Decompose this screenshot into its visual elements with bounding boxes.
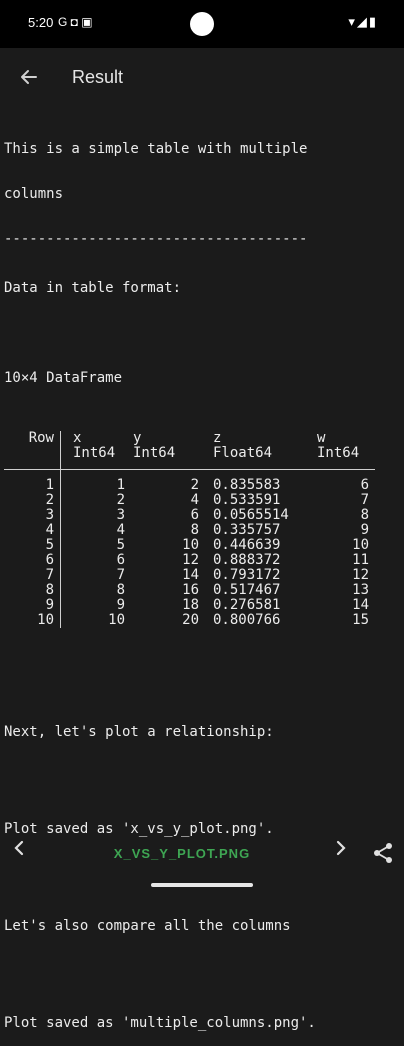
table-header-row: Row x y z w (4, 431, 375, 446)
table-row: 3 3 6 0.0565514 8 (4, 506, 375, 523)
z-cell: 0.276581 (213, 596, 281, 613)
output-line: Plot saved as 'multiple_columns.png'. (4, 1014, 316, 1031)
dataframe-title: 10×4 DataFrame (4, 370, 123, 386)
row-index-cell: 6 (45, 551, 54, 568)
header-x: x (60, 431, 133, 446)
w-cell: 8 (360, 506, 369, 523)
share-button[interactable] (372, 842, 396, 866)
w-cell: 14 (352, 596, 369, 613)
signal-battery-icons: ▾◢▮ (348, 14, 378, 29)
z-cell: 0.793172 (213, 566, 281, 583)
header-y: y (133, 430, 142, 446)
status-bar: 5:20 G ◘ ▣ ▾◢▮ (0, 0, 404, 48)
x-cell: 9 (60, 597, 133, 613)
y-cell: 4 (190, 491, 199, 508)
type-row (4, 446, 61, 461)
y-cell: 18 (182, 596, 199, 613)
w-cell: 11 (352, 551, 369, 568)
next-button[interactable] (334, 838, 348, 864)
z-cell: 0.888372 (213, 551, 281, 568)
row-index-cell: 3 (45, 506, 54, 523)
output-line: Next, let's plot a relationship: (4, 723, 274, 740)
y-cell: 6 (190, 506, 199, 523)
type-y: Int64 (133, 445, 176, 461)
z-cell: 0.835583 (213, 476, 281, 493)
y-cell: 12 (182, 551, 199, 568)
w-cell: 12 (352, 566, 369, 583)
table-type-row: Int64 Int64 Float64 Int64 (4, 446, 375, 461)
table-row: 9 9 18 0.276581 14 (4, 596, 375, 613)
row-index-cell: 10 (37, 611, 54, 628)
table-row: 5 5 10 0.446639 10 (4, 536, 375, 553)
output-console: This is a simple table with multiple col… (4, 112, 400, 1046)
x-cell: 8 (60, 582, 133, 598)
arrow-left-icon (21, 70, 37, 84)
header-row: Row (28, 430, 54, 446)
status-time: 5:20 (28, 15, 54, 30)
y-cell: 14 (182, 566, 199, 583)
app-bar: Result (0, 48, 404, 108)
row-index-cell: 4 (45, 521, 54, 538)
w-cell: 9 (360, 521, 369, 538)
x-cell: 2 (60, 492, 133, 508)
current-filename: X_VS_Y_PLOT.PNG (113, 846, 251, 861)
row-index-cell: 7 (45, 566, 54, 583)
table-row: 7 7 14 0.793172 12 (4, 566, 375, 583)
share-icon (374, 843, 392, 863)
row-index-cell: 9 (45, 596, 54, 613)
y-cell: 20 (182, 611, 199, 628)
type-w: Int64 (317, 445, 360, 461)
output-rule: ------------------------------------ (4, 231, 308, 247)
y-cell: 8 (190, 521, 199, 538)
notification-icons: G ◘ ▣ (58, 15, 93, 29)
x-cell: 1 (60, 477, 133, 493)
table-row: 1 1 2 0.835583 6 (4, 476, 375, 493)
table-row: 6 6 12 0.888372 11 (4, 551, 375, 568)
bottom-navigation: X_VS_Y_PLOT.PNG (0, 832, 404, 872)
page-title: Result (72, 67, 124, 87)
w-cell: 10 (352, 536, 369, 553)
header-w: w (317, 430, 326, 446)
header-z: z (213, 430, 222, 446)
z-cell: 0.335757 (213, 521, 281, 538)
y-cell: 10 (182, 536, 199, 553)
table-row: 2 2 4 0.533591 7 (4, 491, 375, 508)
table-row: 8 8 16 0.517467 13 (4, 581, 375, 598)
y-cell: 2 (190, 476, 199, 493)
data-heading: Data in table format: (4, 280, 182, 296)
w-cell: 7 (360, 491, 369, 508)
chevron-right-icon (336, 840, 346, 856)
output-line: columns (4, 186, 64, 202)
row-index-cell: 5 (45, 536, 54, 553)
z-cell: 0.0565514 (213, 506, 289, 523)
home-indicator[interactable] (151, 883, 253, 887)
x-cell: 3 (60, 507, 133, 523)
table-row: 10 10 20 0.800766 15 (4, 611, 375, 628)
z-cell: 0.533591 (213, 491, 281, 508)
z-cell: 0.446639 (213, 536, 281, 553)
dataframe-table: Row x y z w Int64 Int64 Float64 Int64 11… (4, 431, 375, 628)
output-line: This is a simple table with multiple (4, 141, 308, 157)
z-cell: 0.800766 (213, 611, 281, 628)
type-z: Float64 (213, 445, 273, 461)
x-cell: 10 (60, 612, 133, 628)
back-button[interactable] (14, 62, 44, 92)
x-cell: 6 (60, 552, 133, 568)
table-row: 4 4 8 0.335757 9 (4, 521, 375, 538)
camera-cutout (190, 12, 214, 36)
w-cell: 6 (360, 476, 369, 493)
y-cell: 16 (182, 581, 199, 598)
output-line: Let's also compare all the columns (4, 917, 291, 934)
row-index-cell: 1 (45, 476, 54, 493)
row-index-cell: 8 (45, 581, 54, 598)
w-cell: 15 (352, 611, 369, 628)
type-x: Int64 (60, 446, 133, 461)
x-cell: 4 (60, 522, 133, 538)
w-cell: 13 (352, 581, 369, 598)
x-cell: 5 (60, 537, 133, 553)
z-cell: 0.517467 (213, 581, 281, 598)
row-index-cell: 2 (45, 491, 54, 508)
x-cell: 7 (60, 567, 133, 583)
